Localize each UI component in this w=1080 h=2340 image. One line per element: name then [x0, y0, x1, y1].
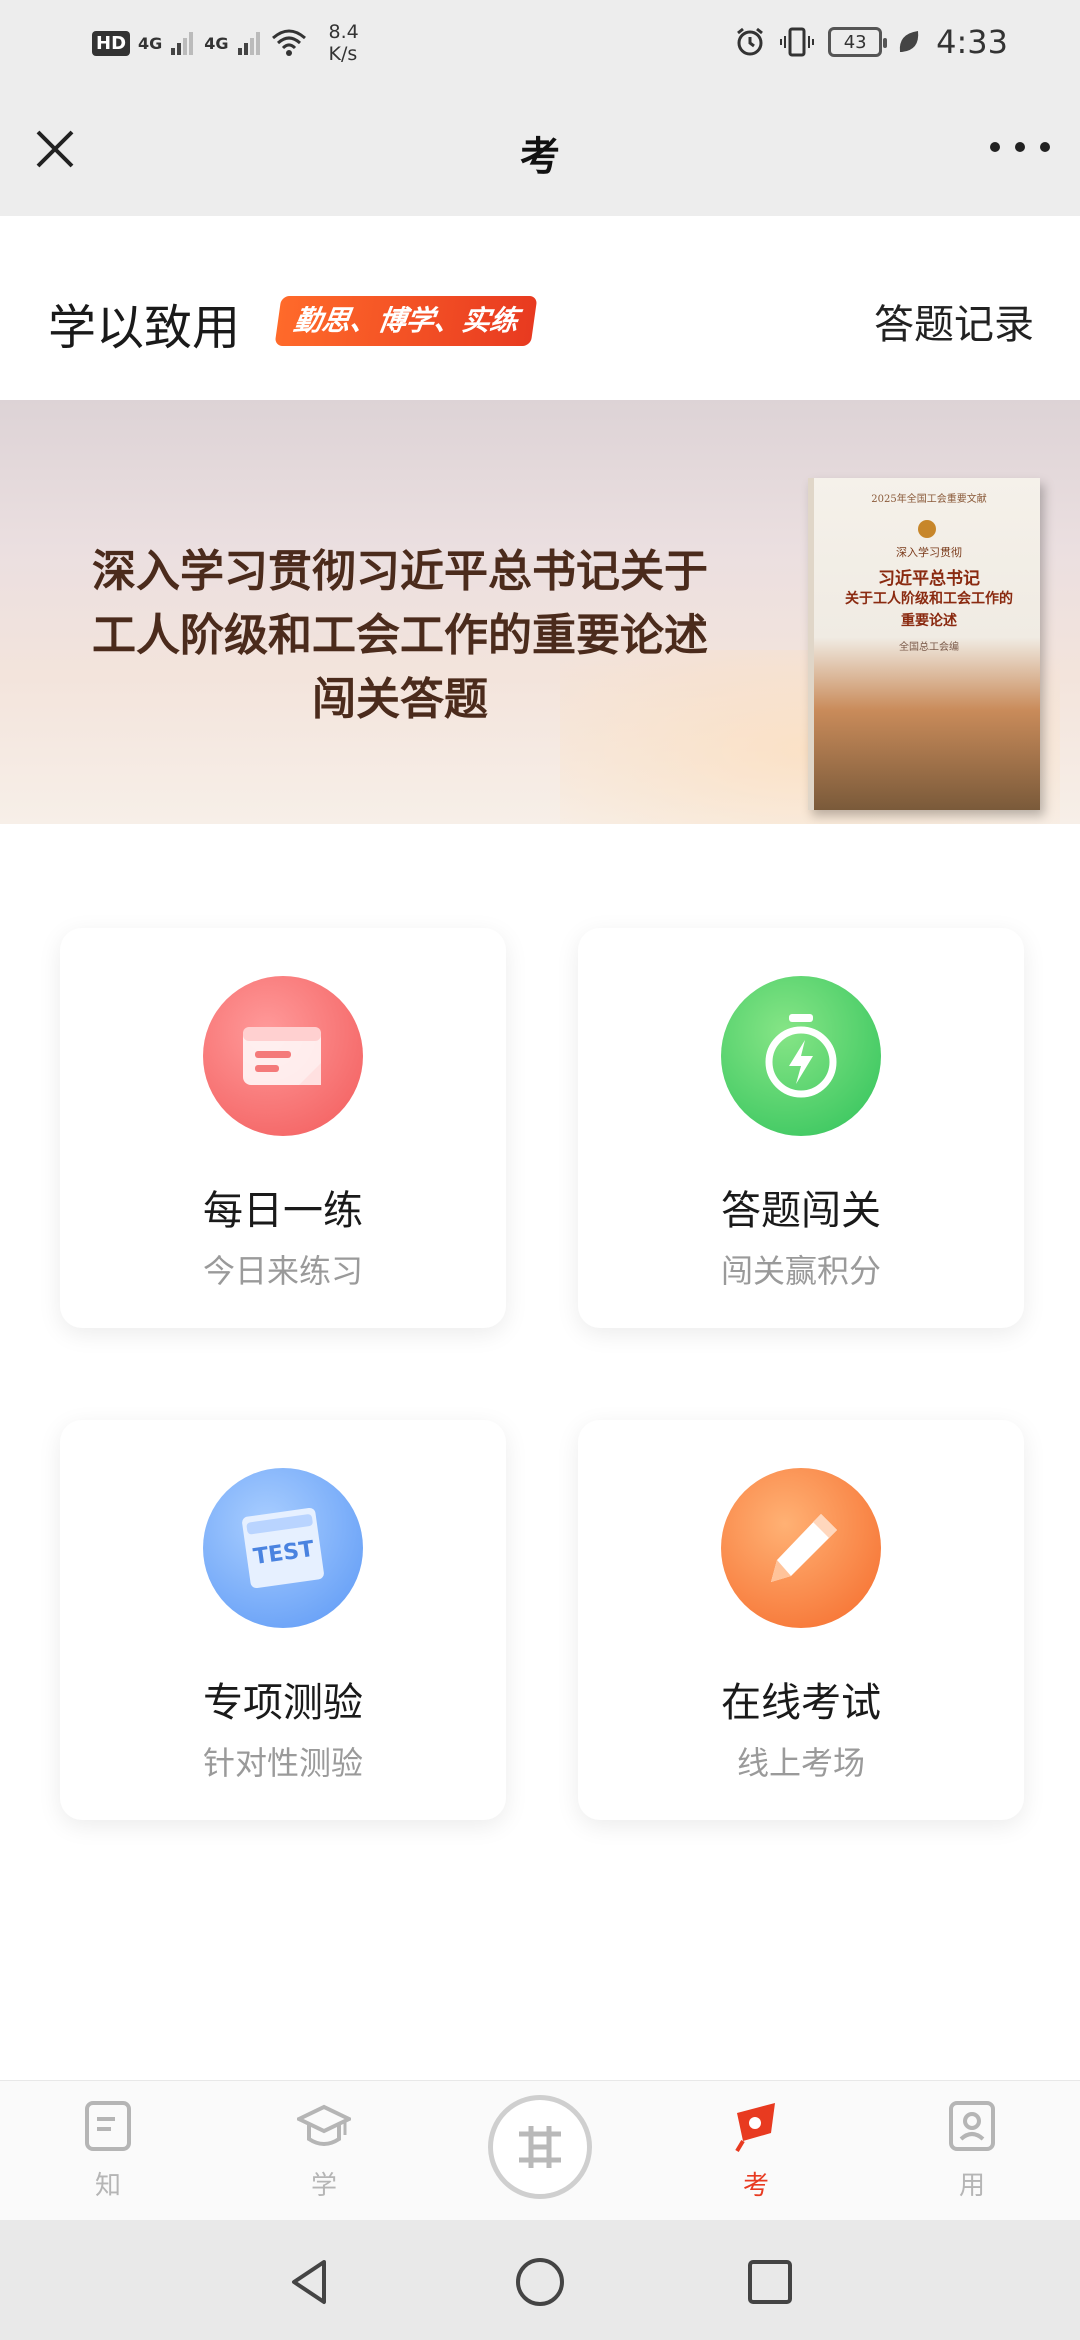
page-title: 考 — [520, 134, 560, 180]
title-bar: 考 — [0, 84, 1080, 216]
nav-item-yong[interactable]: 用 — [912, 2099, 1032, 2209]
card-online-exam[interactable]: 在线考试 线上考场 — [578, 1420, 1024, 1820]
battery-indicator: 43 — [828, 27, 888, 57]
calendar-card-icon — [203, 976, 363, 1136]
test-paper-icon: TEST — [203, 1468, 363, 1628]
bottom-nav: 知 学 考 用 — [0, 2080, 1080, 2220]
center-logo-button[interactable] — [488, 2095, 592, 2199]
nav-label: 学 — [310, 2171, 337, 2201]
book-publisher: 全国总工会编 — [899, 642, 959, 653]
profile-card-icon — [949, 2101, 995, 2151]
card-quiz-challenge[interactable]: 答题闯关 闯关赢积分 — [578, 928, 1024, 1328]
more-dot-icon — [1040, 142, 1050, 152]
signal-2-label: 4G — [204, 33, 229, 53]
card-subtitle: 闯关赢积分 — [720, 1252, 881, 1290]
more-menu-button[interactable] — [990, 132, 1050, 162]
nav-item-kao[interactable]: 考 — [696, 2099, 816, 2209]
leaf-icon — [899, 31, 919, 52]
card-title: 答题闯关 — [721, 1188, 881, 1234]
stopwatch-bolt-icon — [721, 976, 881, 1136]
card-title: 专项测验 — [203, 1680, 363, 1726]
clock-time: 4:33 — [936, 23, 1008, 61]
center-logo-icon — [519, 2126, 561, 2168]
hd-badge: HD — [92, 30, 131, 56]
network-speed: 8.4 K/s — [329, 21, 359, 65]
book-title-2: 关于工人阶级和工会工作的 — [845, 591, 1013, 607]
document-icon — [85, 2101, 131, 2151]
banner-line-1: 深入学习贯彻习近平总书记关于 — [92, 546, 708, 597]
card-subtitle: 线上考场 — [736, 1744, 865, 1782]
slogan-tag: 勤思、博学、实练 — [274, 296, 538, 346]
card-title: 每日一练 — [203, 1188, 363, 1234]
nav-label: 考 — [742, 2171, 769, 2201]
book-cover-image: 2025年全国工会重要文献 深入学习贯彻 习近平总书记 关于工人阶级和工会工作的… — [808, 478, 1040, 810]
promo-banner[interactable]: 深入学习贯彻习近平总书记关于 工人阶级和工会工作的重要论述 闯关答题 2025年… — [0, 400, 1080, 824]
card-title: 在线考试 — [721, 1680, 881, 1726]
more-dot-icon — [990, 142, 1000, 152]
recents-square-icon[interactable] — [742, 2254, 798, 2310]
answer-record-link[interactable]: 答题记录 — [874, 292, 1034, 350]
network-speed-unit: K/s — [328, 43, 358, 65]
banner-line-2: 工人阶级和工会工作的重要论述 — [92, 610, 708, 661]
signal-1-label: 4G — [138, 33, 163, 53]
pencil-icon — [721, 1468, 881, 1628]
status-bar: HD 4G 4G 8.4 K/s 43 4:33 — [0, 0, 1080, 84]
signal-bars-icon — [237, 32, 260, 55]
nav-label: 用 — [958, 2171, 985, 2201]
book-title-3: 重要论述 — [901, 613, 957, 629]
system-nav-bar — [0, 2220, 1080, 2340]
network-speed-value: 8.4 — [328, 21, 359, 43]
graduation-cap-icon — [294, 2104, 354, 2146]
battery-level: 43 — [843, 31, 867, 53]
vibrate-icon — [780, 27, 815, 57]
exam-flag-icon — [735, 2103, 775, 2153]
card-special-test[interactable]: TEST 专项测验 针对性测验 — [60, 1420, 506, 1820]
signal-bars-icon — [171, 32, 194, 55]
wifi-icon — [271, 29, 306, 56]
alarm-icon — [737, 27, 764, 56]
nav-item-xue[interactable]: 学 — [264, 2099, 384, 2209]
nav-item-zhi[interactable]: 知 — [48, 2099, 168, 2209]
section-title: 学以致用 — [48, 300, 241, 356]
card-daily-practice[interactable]: 每日一练 今日来练习 — [60, 928, 506, 1328]
card-subtitle: 今日来练习 — [202, 1252, 363, 1290]
section-header: 学以致用 勤思、博学、实练 答题记录 — [0, 216, 1080, 400]
banner-headline: 深入学习贯彻习近平总书记关于 工人阶级和工会工作的重要论述 闯关答题 — [40, 540, 760, 732]
book-top-text: 2025年全国工会重要文献 — [871, 494, 987, 505]
emblem-icon — [918, 520, 936, 538]
more-dot-icon — [1015, 142, 1025, 152]
back-triangle-icon[interactable] — [282, 2254, 338, 2310]
book-title-1: 习近平总书记 — [878, 569, 980, 589]
card-subtitle: 针对性测验 — [202, 1744, 363, 1782]
home-circle-icon[interactable] — [512, 2254, 568, 2310]
status-bar-right: 43 4:33 — [734, 18, 1008, 66]
nav-label: 知 — [94, 2171, 121, 2201]
banner-line-3: 闯关答题 — [312, 674, 488, 725]
book-series: 深入学习贯彻 — [896, 546, 962, 559]
status-bar-left: HD 4G 4G 8.4 K/s — [92, 20, 359, 66]
